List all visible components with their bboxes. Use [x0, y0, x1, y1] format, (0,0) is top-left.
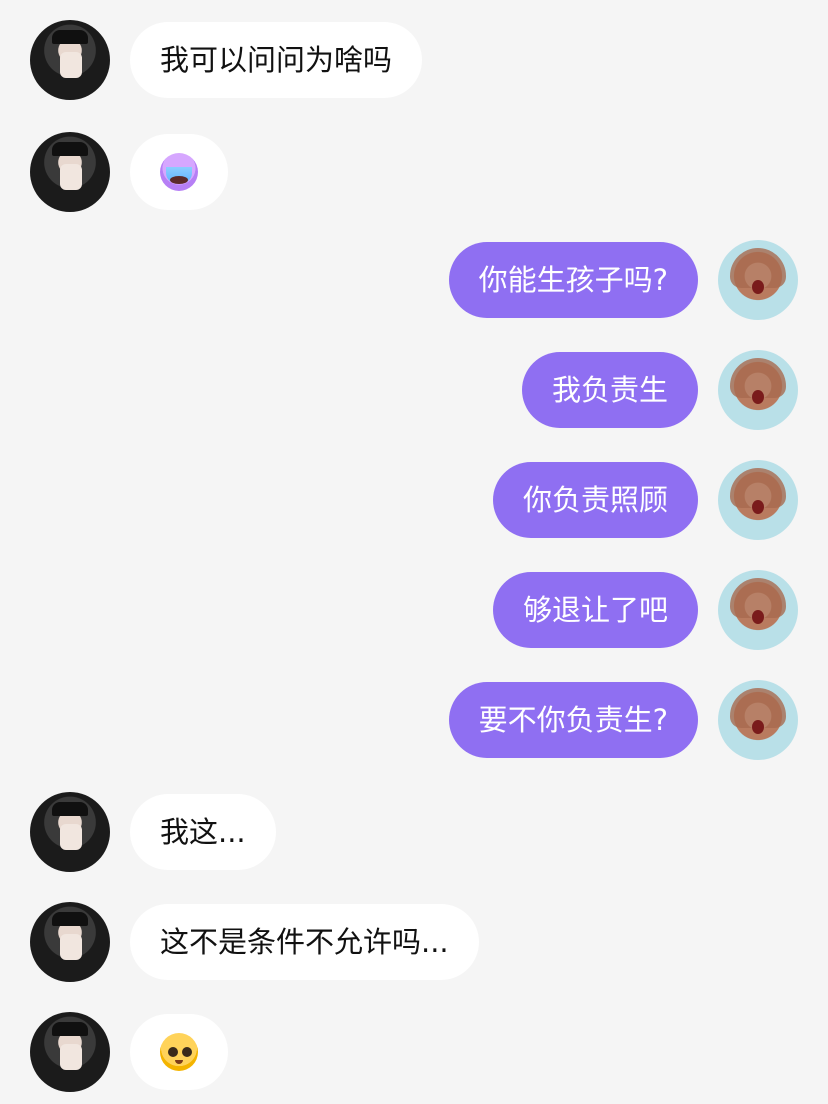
crying-face-emoji: [160, 153, 198, 191]
avatar[interactable]: [30, 20, 110, 100]
chat-thread[interactable]: 我可以问问为啥吗 你能生孩子吗? 我负责生 你负责照顾 够退让了吧 要不你负责生…: [0, 0, 828, 1104]
message-bubble[interactable]: 这不是条件不允许吗...: [130, 904, 479, 980]
message-text: 我可以问问为啥吗: [160, 42, 393, 77]
message-bubble[interactable]: 我可以问问为啥吗: [130, 22, 423, 98]
pleading-face-emoji: [160, 1033, 198, 1071]
message-row-incoming: 我可以问问为啥吗: [0, 20, 828, 100]
message-text: 够退让了吧: [522, 592, 668, 627]
avatar[interactable]: [718, 460, 798, 540]
message-bubble[interactable]: 要不你负责生?: [448, 682, 698, 758]
message-row-incoming: [0, 132, 828, 212]
message-bubble[interactable]: 够退让了吧: [492, 572, 698, 648]
message-row-incoming: 这不是条件不允许吗...: [0, 902, 828, 982]
avatar[interactable]: [718, 240, 798, 320]
message-bubble[interactable]: [130, 1014, 228, 1090]
message-row-incoming: 我这...: [0, 792, 828, 872]
avatar[interactable]: [718, 350, 798, 430]
message-row-incoming: [0, 1012, 828, 1092]
message-row-outgoing: 你负责照顾: [0, 460, 828, 540]
message-row-outgoing: 要不你负责生?: [0, 680, 828, 760]
message-row-outgoing: 我负责生: [0, 350, 828, 430]
message-text: 你能生孩子吗?: [478, 262, 668, 297]
message-text: 你负责照顾: [522, 482, 668, 517]
message-bubble[interactable]: 你负责照顾: [492, 462, 698, 538]
message-text: 这不是条件不允许吗...: [160, 924, 449, 959]
message-bubble[interactable]: 我这...: [130, 794, 276, 870]
message-bubble[interactable]: 你能生孩子吗?: [448, 242, 698, 318]
message-bubble[interactable]: [130, 134, 228, 210]
message-text: 要不你负责生?: [478, 702, 668, 737]
message-text: 我负责生: [551, 372, 668, 407]
avatar[interactable]: [30, 132, 110, 212]
message-row-outgoing: 够退让了吧: [0, 570, 828, 650]
avatar[interactable]: [30, 902, 110, 982]
avatar[interactable]: [718, 570, 798, 650]
avatar[interactable]: [30, 1012, 110, 1092]
message-bubble[interactable]: 我负责生: [521, 352, 698, 428]
avatar[interactable]: [30, 792, 110, 872]
avatar[interactable]: [718, 680, 798, 760]
message-row-outgoing: 你能生孩子吗?: [0, 240, 828, 320]
message-text: 我这...: [160, 814, 246, 849]
